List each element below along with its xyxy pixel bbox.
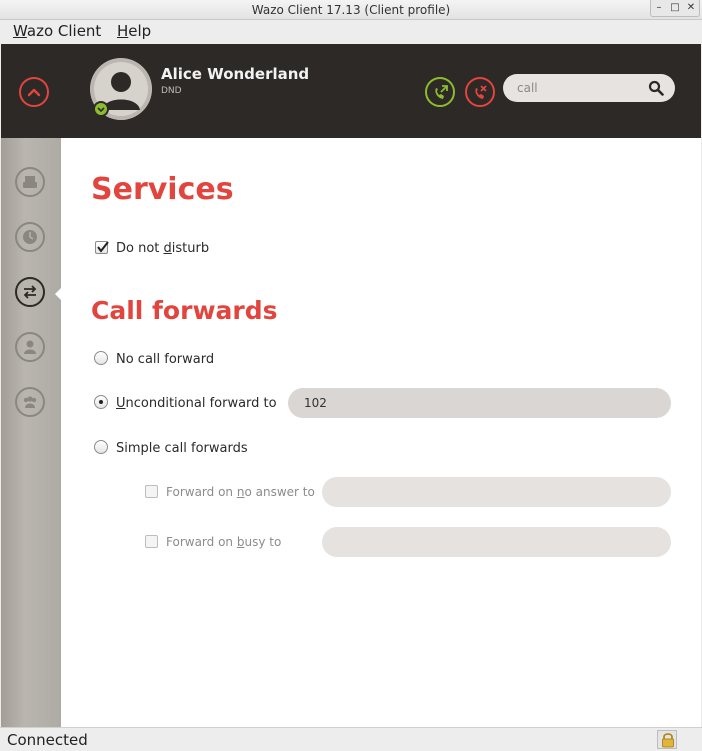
call-forward-icon [435,85,448,99]
call-forwards-heading: Call forwards [91,296,278,325]
no-forward-label[interactable]: No call forward [116,352,214,367]
lock-icon[interactable] [657,730,677,749]
user-name: Alice Wonderland [161,65,310,83]
phonebook-icon [23,176,37,188]
busy-checkbox[interactable] [145,535,158,548]
unconditional-label[interactable]: Unconditional forward to [116,396,277,411]
padlock-icon [662,733,674,748]
no-forward-radio[interactable] [94,351,108,365]
title-bar: Wazo Client 17.13 (Client profile) – □ ✕ [0,0,702,20]
sidebar-item-services[interactable] [15,277,45,307]
maximize-button[interactable]: □ [667,0,683,16]
sidebar-item-people[interactable] [15,387,45,417]
no-answer-destination-input[interactable] [322,477,671,507]
person-icon [24,340,36,354]
app-window: Wazo Client 17.13 (Client profile) – □ ✕… [0,0,702,751]
menu-help[interactable]: Help [117,22,151,40]
simple-forward-radio[interactable] [94,440,108,454]
sidebar-item-contact[interactable] [15,332,45,362]
user-status: DND [161,86,182,96]
busy-destination-input[interactable] [322,527,671,557]
menu-bar: Wazo Client Help [0,20,702,44]
call-forward-button[interactable] [425,77,455,107]
hangup-icon [475,85,487,99]
checkmark-icon [97,241,109,253]
search-box[interactable] [503,74,675,102]
sidebar-item-phonebook[interactable] [15,167,45,197]
chevron-down-icon [97,107,105,113]
connection-status: Connected [7,731,88,749]
unconditional-radio[interactable] [94,395,108,409]
window-title: Wazo Client 17.13 (Client profile) [251,3,451,17]
services-panel: Services Do not disturb Call forwards No… [61,138,701,727]
dnd-label[interactable]: Do not disturb [116,241,209,256]
no-answer-label[interactable]: Forward on no answer to [166,485,315,499]
presence-indicator[interactable] [93,101,109,117]
dnd-checkbox[interactable] [95,241,109,254]
search-input[interactable] [517,80,637,96]
status-bar: Connected [0,727,702,751]
collapse-button[interactable] [19,77,49,107]
transfer-arrows-icon [23,285,37,299]
window-controls: – □ ✕ [650,0,700,17]
search-icon[interactable] [648,80,664,96]
group-icon [23,396,37,408]
chevron-up-icon [27,88,41,97]
unconditional-destination-input[interactable] [288,388,671,418]
minimize-button[interactable]: – [651,0,667,16]
sidebar [1,138,61,727]
close-button[interactable]: ✕ [683,0,699,16]
sidebar-item-history[interactable] [15,222,45,252]
menu-wazo-client[interactable]: Wazo Client [13,22,101,40]
hangup-button[interactable] [465,77,495,107]
no-answer-checkbox[interactable] [145,485,158,498]
header-bar: Alice Wonderland DND [1,44,701,138]
busy-label[interactable]: Forward on busy to [166,535,281,549]
services-heading: Services [91,172,234,207]
clock-icon [23,230,37,244]
simple-forward-label[interactable]: Simple call forwards [116,441,248,456]
